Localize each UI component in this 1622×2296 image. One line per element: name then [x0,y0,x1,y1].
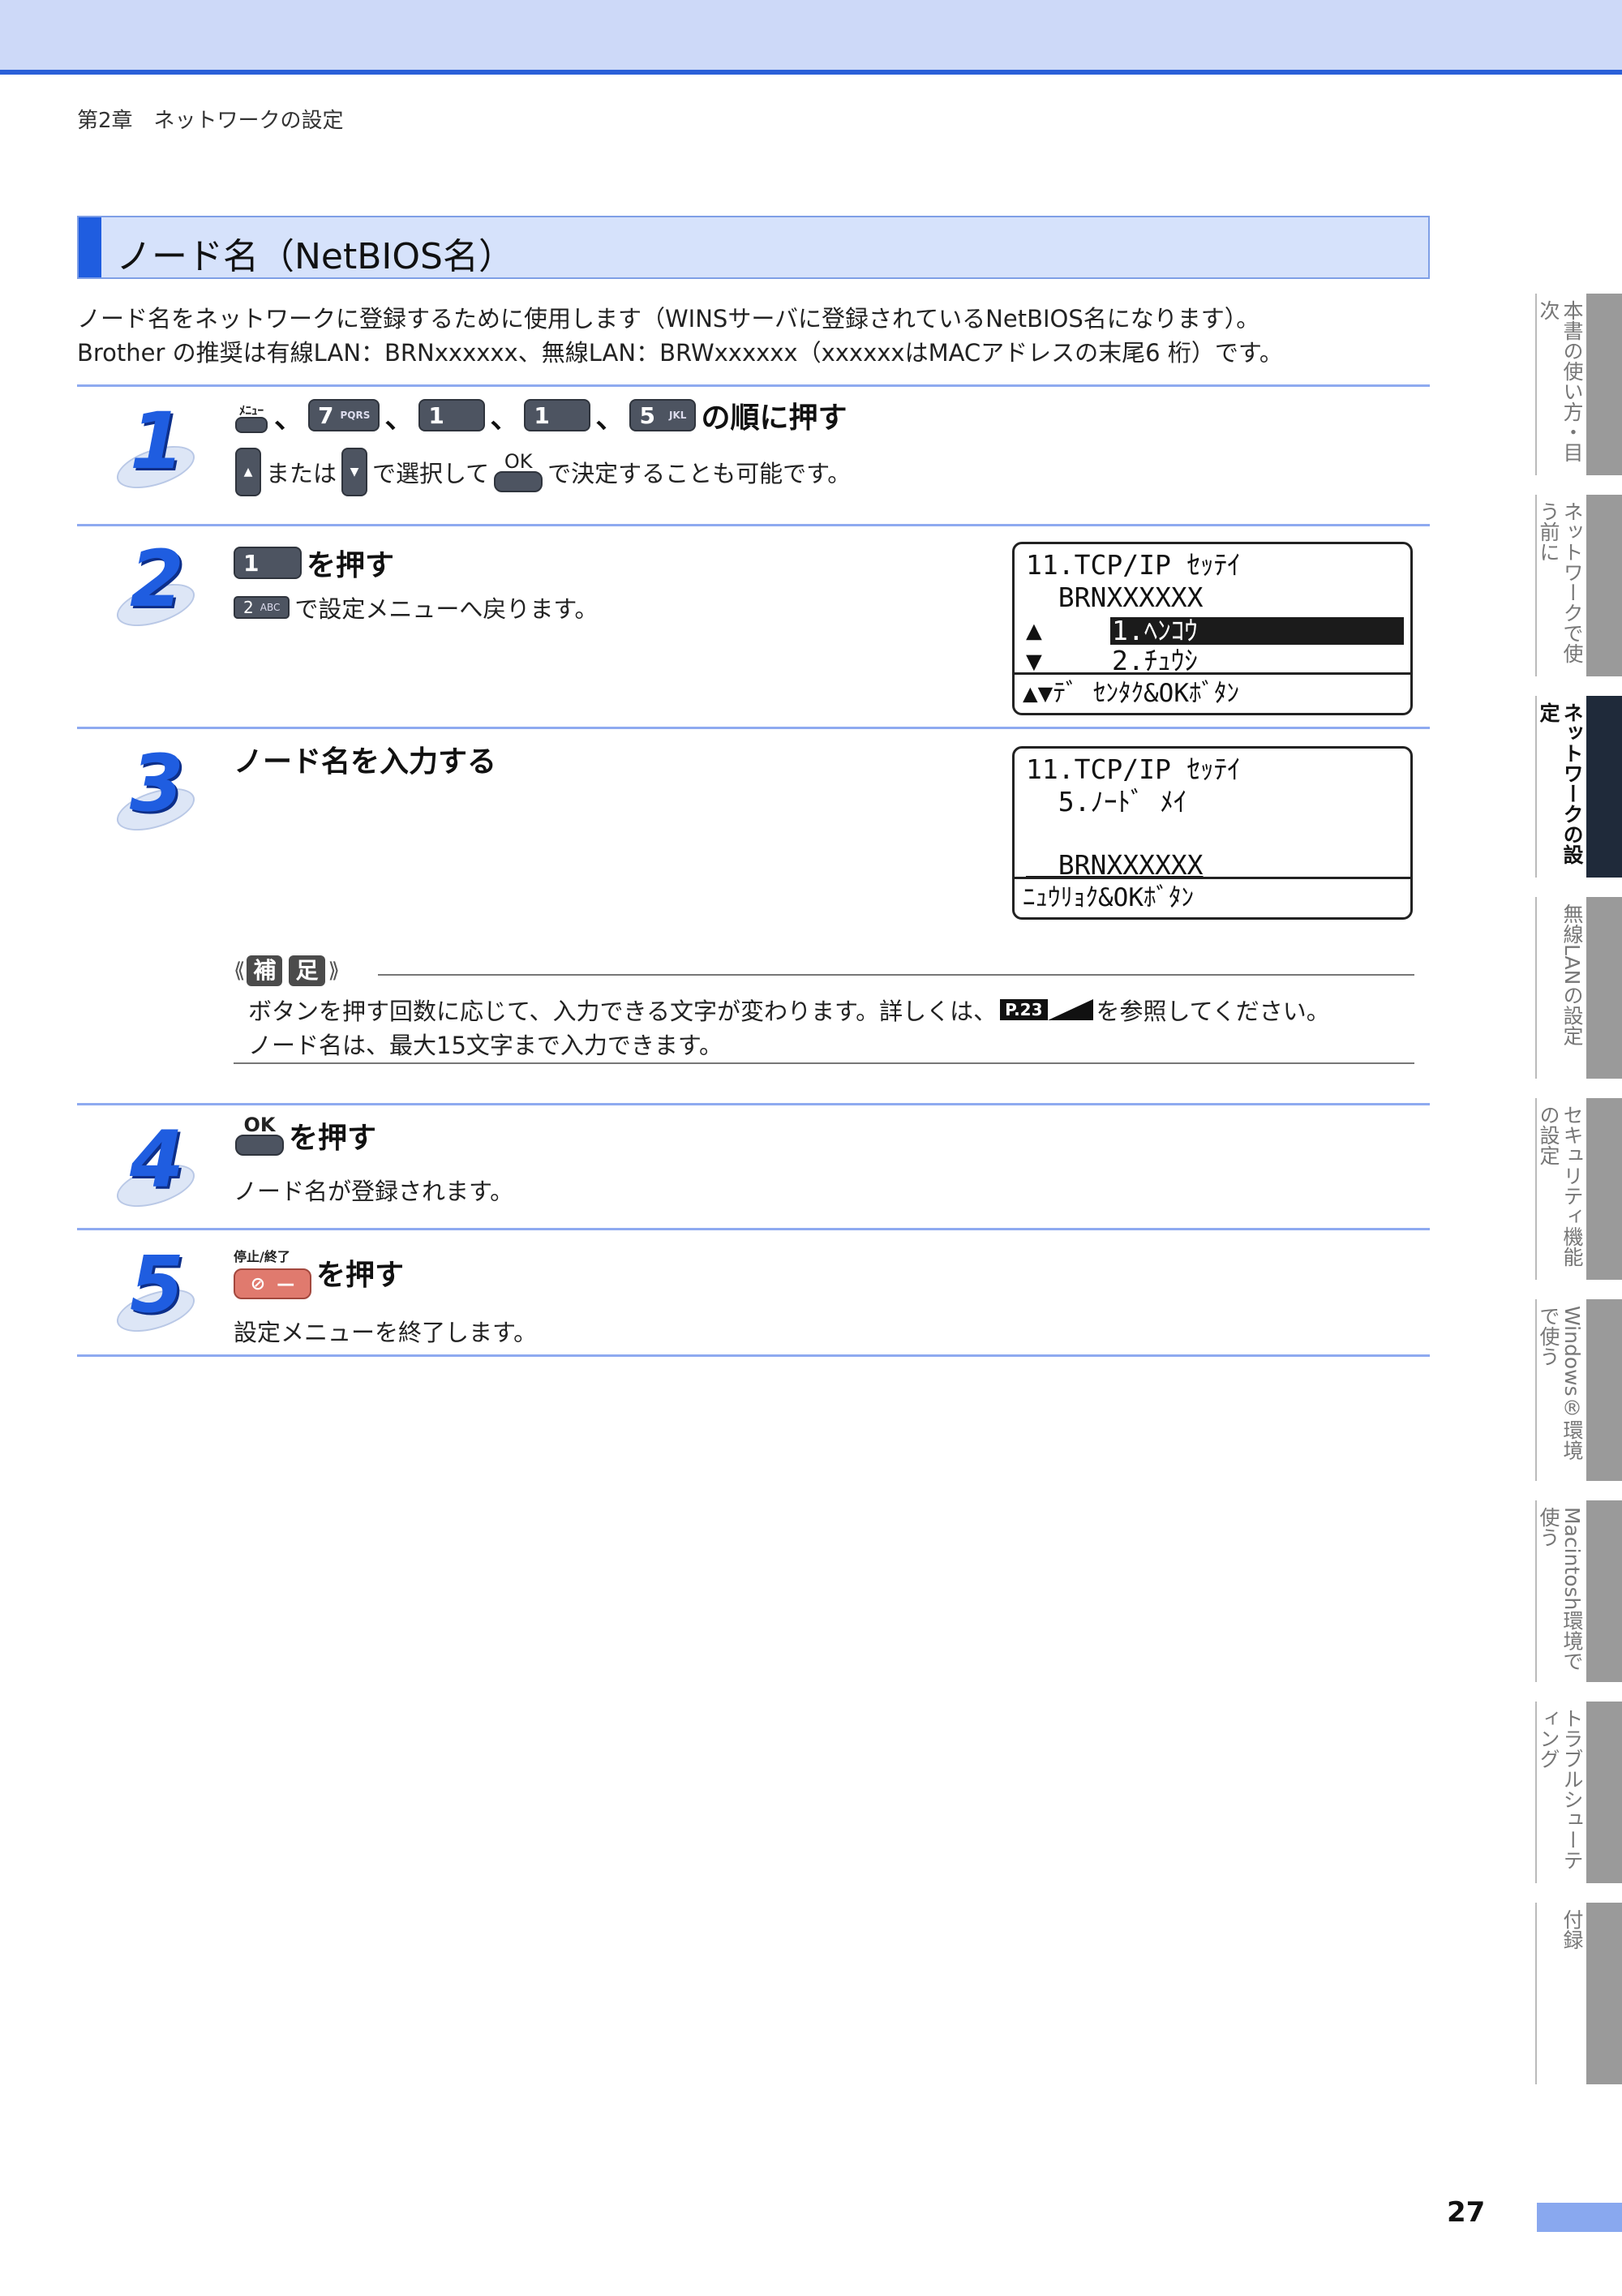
step4-text: ノード名が登録されます。 [234,1178,514,1205]
note-waves-left: ⟪ [234,959,246,983]
ok-button[interactable]: OK [494,452,543,492]
note-header: ⟪ 補 足 ⟫ [234,955,341,986]
tab-before-network[interactable]: ネットワークで使う前に [1535,495,1622,676]
step2-text-body: で設定メニューへ戻ります。 [294,595,599,623]
key-7[interactable]: 7 PQRS [308,399,380,431]
key-1-second[interactable]: 1 [524,399,591,431]
intro-line-2: Brother の推奨は有線LAN：BRNxxxxxx、無線LAN：BRWxxx… [77,339,1283,367]
step5-title-suffix: を押す [316,1259,405,1292]
step-number-4: 4 [96,1114,209,1216]
step1-title-suffix: の順に押す [701,401,847,435]
up-arrow-icon: ▲ [243,466,253,479]
tab-network-settings[interactable]: ネットワークの設定 [1535,696,1622,878]
alt-suffix: で決定することも可能です。 [547,460,852,487]
step-divider [77,1103,1430,1105]
step-number-digit: 4 [130,1114,184,1205]
note-line-1: ボタンを押す回数に応じて、入力できる文字が変わります。詳しくは、 P.23 を参… [248,998,1330,1025]
step-divider [77,727,1430,729]
separator: 、 [490,401,520,435]
note-line-2: ノード名は、最大15文字まで入力できます。 [248,1032,723,1059]
step-number-digit: 5 [130,1239,184,1330]
separator: 、 [595,401,625,435]
menu-button[interactable]: ﾒﾆｭｰ [234,397,269,433]
stop-dash: — [277,1273,295,1294]
step4-title-suffix: を押す [289,1122,377,1155]
step2-title-suffix: を押す [307,549,395,582]
tab-windows[interactable]: Windows®環境で使う [1535,1299,1622,1481]
alt-select: で選択して [372,460,490,487]
lcd-selected-option: 1.ﾍﾝｺｳ [1110,617,1404,645]
tab-appendix[interactable]: 付録 [1535,1903,1622,2084]
step-divider [77,1228,1430,1230]
step-number-digit: 2 [130,534,184,624]
page-ref-link[interactable]: P.23 [1000,998,1093,1021]
step-divider [77,524,1430,526]
step-divider [77,1354,1430,1357]
step-divider [77,384,1430,387]
down-arrow-key[interactable]: ▼ [341,448,368,496]
step2-text: 2 ABC で設定メニューへ戻ります。 [234,590,598,624]
lcd-display-1: 11.TCP/IP ｾｯﾃｲ BRNXXXXXX ▲ 1.ﾍﾝｺｳ ▼ 2.ﾁｭ… [1012,542,1413,715]
page-number-bar [1537,2203,1622,2232]
lcd-line-1: 11.TCP/IP ｾｯﾃｲ [1026,753,1241,785]
step4-title: OK を押す [235,1114,376,1157]
section-title-text: ノード名（NetBIOS名） [116,236,514,277]
lcd-footer: ﾆｭｳﾘｮｸ&OKﾎﾞﾀﾝ [1015,877,1410,917]
top-band [0,0,1622,75]
section-title-bar [79,217,101,277]
tab-how-to-use-toc[interactable]: 本書の使い方・目次 [1535,294,1622,475]
down-arrow-icon: ▼ [350,466,359,479]
key-2[interactable]: 2 ABC [234,596,290,619]
step-number-digit: 1 [130,396,184,487]
section-title: ノード名（NetBIOS名） [77,216,1430,279]
page-ref-arrow-icon [1047,999,1093,1020]
lcd-line-2: 5.ﾉｰﾄﾞ ﾒｲ [1026,786,1187,818]
key-1[interactable]: 1 [234,547,302,579]
tab-wireless-lan[interactable]: 無線LANの設定 [1535,897,1622,1079]
alt-or: または [266,460,337,487]
step3-title: ノード名を入力する [234,738,496,780]
step-number-3: 3 [96,738,209,839]
tab-troubleshooting[interactable]: トラブルシューティング [1535,1702,1622,1883]
step1-alt-text: ▲ または ▼ で選択して OK で決定することも可能です。 [235,448,851,496]
separator: 、 [274,401,304,435]
note-waves-right: ⟫ [328,959,341,983]
intro-line-1: ノード名をネットワークに登録するために使用します（WINSサーバに登録されている… [77,305,1260,333]
ok-button[interactable]: OK [235,1115,284,1156]
step2-title: 1 を押す [234,542,394,584]
lcd-line-3-arrow: ▲ [1026,614,1042,646]
up-arrow-key[interactable]: ▲ [235,448,261,496]
step-number-5: 5 [96,1239,209,1341]
note-bottom-line [234,1062,1414,1064]
tab-macintosh[interactable]: Macintosh環境で使う [1535,1500,1622,1682]
tab-security[interactable]: セキュリティ機能の設定 [1535,1098,1622,1280]
lcd-display-2: 11.TCP/IP ｾｯﾃｲ 5.ﾉｰﾄﾞ ﾒｲ BRNXXXXXX ﾆｭｳﾘｮ… [1012,746,1413,920]
step3-title-text: ノード名を入力する [234,745,497,779]
page-number: 27 [1447,2196,1486,2229]
step5-title: 停止/終了 ⊘ — を押す [234,1246,404,1299]
step-number-1: 1 [96,396,209,497]
key-1[interactable]: 1 [418,399,486,431]
stop-icon: ⊘ [250,1273,266,1294]
stop-exit-button[interactable]: 停止/終了 ⊘ — [234,1246,311,1299]
lcd-line-1: 11.TCP/IP ｾｯﾃｲ [1026,549,1241,581]
note-badge-1: 補 [247,955,283,986]
note-badge-2: 足 [289,955,325,986]
step-number-digit: 3 [130,738,184,829]
step-number-2: 2 [96,534,209,635]
lcd-footer: ▲▼ﾃﾞ ｾﾝﾀｸ&OKﾎﾞﾀﾝ [1015,672,1410,713]
chapter-header: 第2章 ネットワークの設定 [77,109,344,133]
intro-text: ノード名をネットワークに登録するために使用します（WINSサーバに登録されている… [77,302,1283,370]
separator: 、 [384,401,414,435]
lcd-line-2: BRNXXXXXX [1026,582,1204,613]
key-5[interactable]: 5 JKL [629,399,697,431]
step5-text: 設定メニューを終了します。 [234,1319,538,1346]
note-top-line [378,974,1414,976]
step1-title: ﾒﾆｭｰ 、 7 PQRS 、 1 、 1 、 5 JKL の順に押す [234,394,847,436]
